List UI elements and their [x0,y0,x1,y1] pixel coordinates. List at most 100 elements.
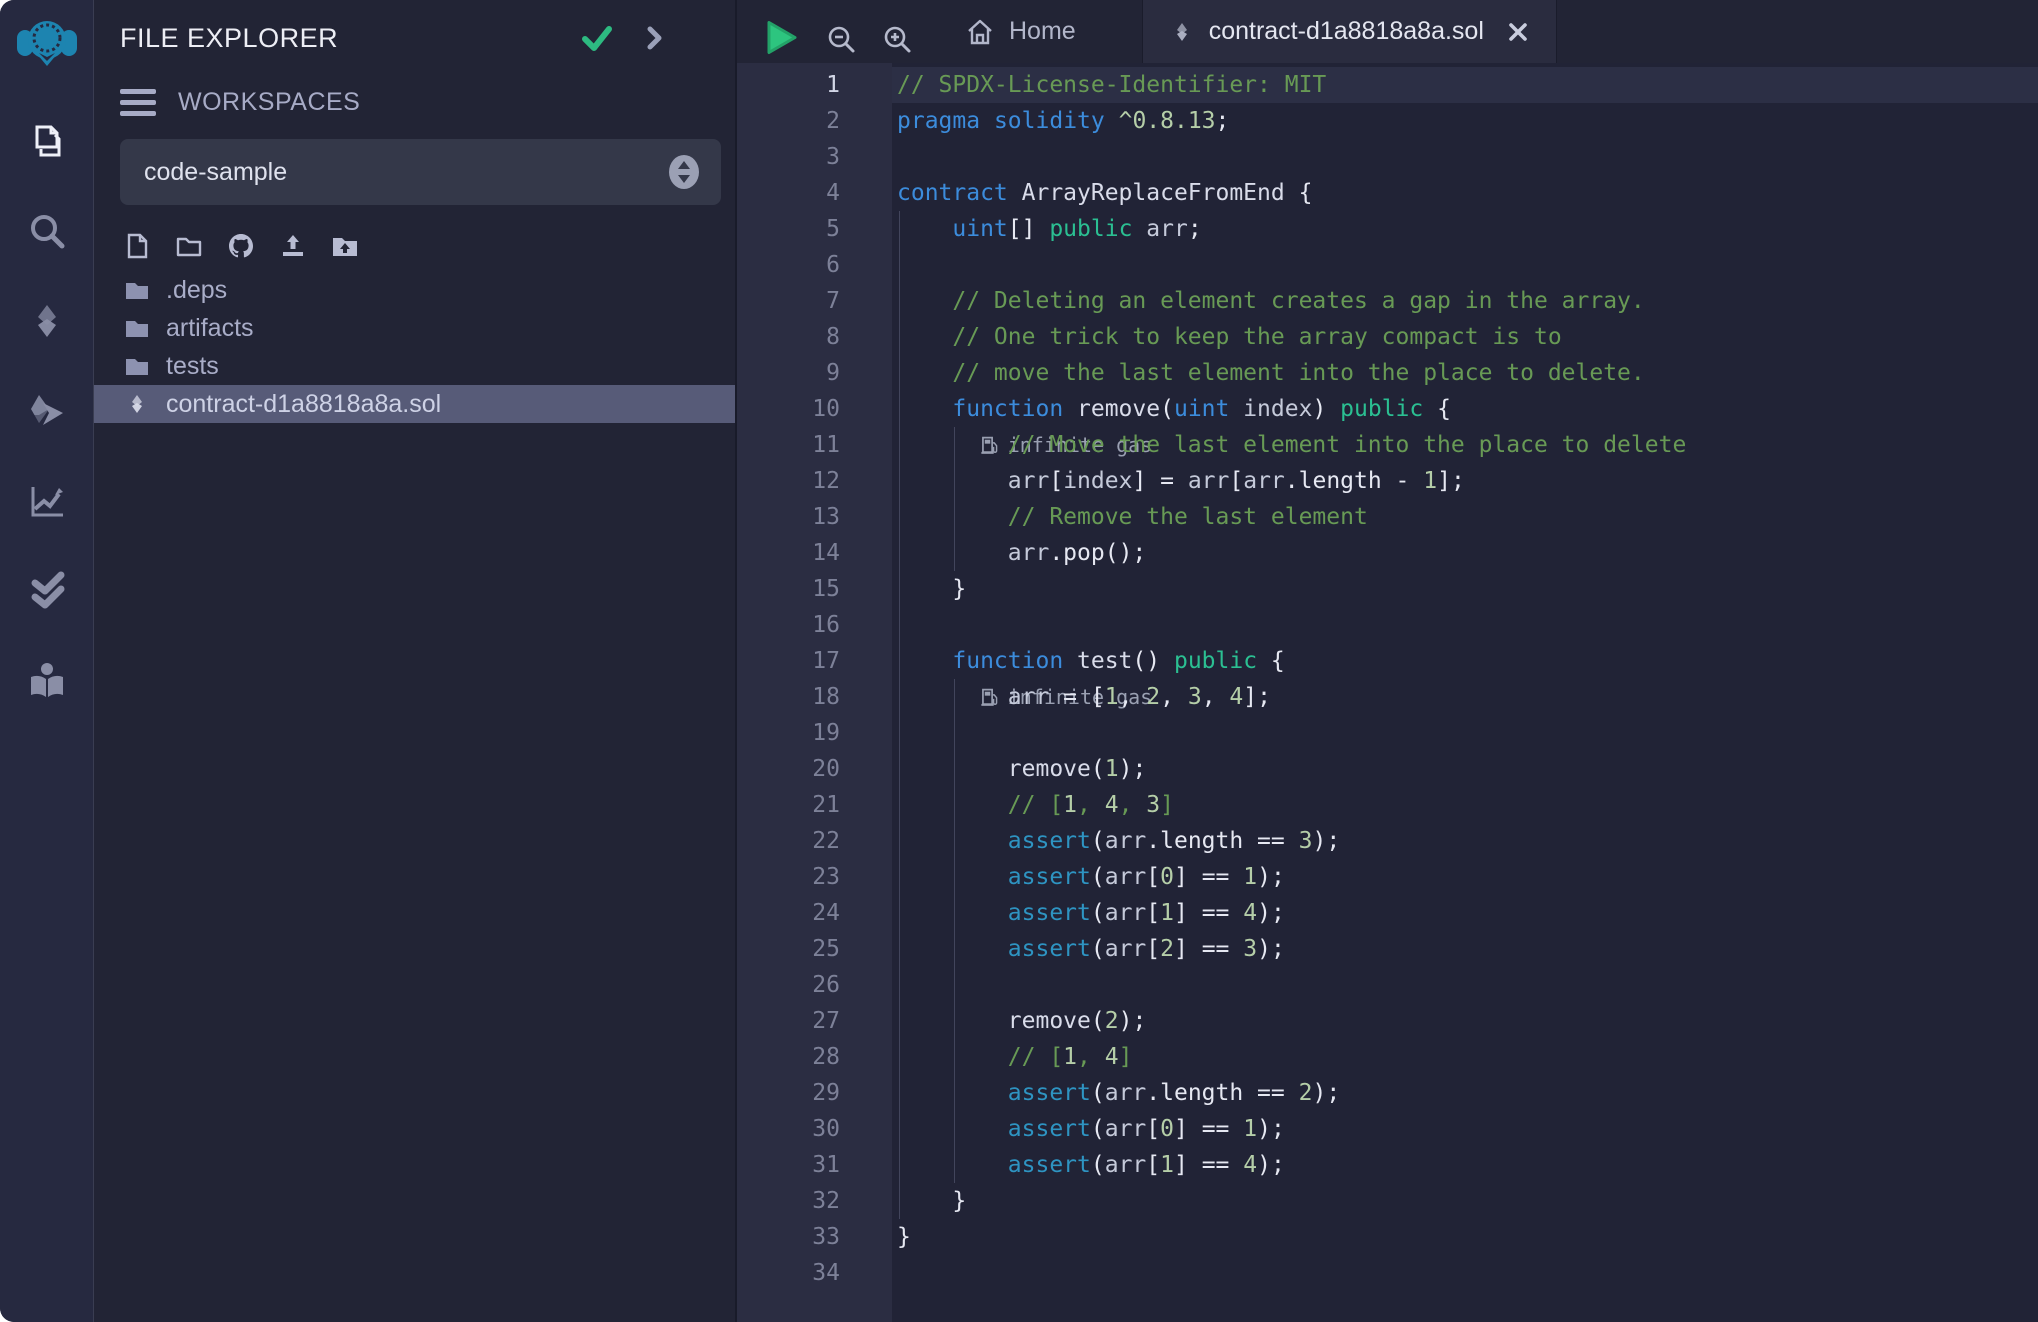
code-line[interactable]: 28 // [1, 4] [737,1039,2038,1075]
code-line[interactable]: 29 assert(arr.length == 2); [737,1075,2038,1111]
line-number: 29 [737,1075,892,1111]
line-number: 28 [737,1039,892,1075]
workspaces-row: WORKSPACES [94,62,735,121]
code-line[interactable]: 1// SPDX-License-Identifier: MIT [737,67,2038,103]
code-line[interactable]: 17 function test() public { infinite gas [737,643,2038,679]
line-number: 1 [737,67,892,103]
file-row-selected[interactable]: contract-d1a8818a8a.sol [94,385,735,423]
line-number: 18 [737,679,892,715]
sidebar-item-file-explorer[interactable] [24,118,70,164]
solidity-icon [25,299,69,343]
code-line[interactable]: 34 [737,1255,2038,1291]
chevron-right-icon[interactable] [641,25,667,51]
tab-home[interactable]: Home [955,0,1086,63]
line-number: 21 [737,787,892,823]
code-line[interactable]: 30 assert(arr[0] == 1); [737,1111,2038,1147]
code-line[interactable]: 26 [737,967,2038,1003]
line-number: 4 [737,175,892,211]
zoom-in-icon[interactable] [881,15,913,63]
workspaces-menu-icon[interactable] [120,89,156,116]
code-line[interactable]: 15 } [737,571,2038,607]
line-number: 26 [737,967,892,1003]
code-line[interactable]: 16 [737,607,2038,643]
code-line[interactable]: 20 remove(1); [737,751,2038,787]
file-name: contract-d1a8818a8a.sol [166,390,441,419]
solidity-file-icon [1169,19,1195,45]
code-line[interactable]: 25 assert(arr[2] == 3); [737,931,2038,967]
tab-contract-file[interactable]: contract-d1a8818a8a.sol [1142,0,1557,63]
code-editor[interactable]: 1// SPDX-License-Identifier: MIT2pragma … [737,63,2038,1322]
code-line[interactable]: 13 // Remove the last element [737,499,2038,535]
zoom-out-icon[interactable] [825,15,857,63]
code-line[interactable]: 14 arr.pop(); [737,535,2038,571]
code-line[interactable]: 18 arr = [1, 2, 3, 4]; [737,679,2038,715]
code-line[interactable]: 21 // [1, 4, 3] [737,787,2038,823]
upload-file-icon[interactable] [278,231,308,261]
file-explorer-toolbar [94,205,735,271]
active-tab-label: contract-d1a8818a8a.sol [1209,17,1484,46]
line-number: 10 [737,391,892,427]
code-line[interactable]: 32 } [737,1183,2038,1219]
code-line[interactable]: 4contract ArrayReplaceFromEnd { [737,175,2038,211]
line-number: 32 [737,1183,892,1219]
folder-row[interactable]: artifacts [94,309,735,347]
code-line[interactable]: 5 uint[] public arr; [737,211,2038,247]
file-explorer-header: FILE EXPLORER [94,0,735,62]
code-line[interactable]: 10 function remove(uint index) public { … [737,391,2038,427]
remix-logo-icon[interactable] [15,8,79,72]
line-number: 19 [737,715,892,751]
code-line[interactable]: 3 [737,139,2038,175]
home-tab-label: Home [1009,17,1076,46]
upload-folder-icon[interactable] [330,231,360,261]
sidebar-item-solidity-compiler[interactable] [24,298,70,344]
ethereum-deploy-icon [25,389,69,433]
workspaces-label: WORKSPACES [178,88,360,117]
github-icon[interactable] [226,231,256,261]
code-line[interactable]: 31 assert(arr[1] == 4); [737,1147,2038,1183]
code-line[interactable]: 33} [737,1219,2038,1255]
panel-title: FILE EXPLORER [120,23,338,54]
code-line[interactable]: 12 arr[index] = arr[arr.length - 1]; [737,463,2038,499]
line-number: 22 [737,823,892,859]
code-line[interactable]: 8 // One trick to keep the array compact… [737,319,2038,355]
line-number: 9 [737,355,892,391]
code-line[interactable]: 19 [737,715,2038,751]
sidebar-item-search[interactable] [24,208,70,254]
search-icon [25,209,69,253]
code-line[interactable]: 27 remove(2); [737,1003,2038,1039]
folder-row[interactable]: tests [94,347,735,385]
line-number: 5 [737,211,892,247]
indent-guide [899,211,900,1219]
check-icon[interactable] [579,20,615,56]
folder-row[interactable]: .deps [94,271,735,309]
line-number: 15 [737,571,892,607]
workspace-select[interactable]: code-sample [120,139,721,205]
code-line[interactable]: 2pragma solidity ^0.8.13; [737,103,2038,139]
code-line[interactable]: 11 // Move the last element into the pla… [737,427,2038,463]
line-number: 34 [737,1255,892,1291]
line-number: 30 [737,1111,892,1147]
sidebar-item-deploy-run[interactable] [24,388,70,434]
line-number: 12 [737,463,892,499]
chart-icon [25,479,69,523]
code-line[interactable]: 6 [737,247,2038,283]
code-line[interactable]: 7 // Deleting an element creates a gap i… [737,283,2038,319]
new-file-icon[interactable] [122,231,152,261]
editor-area: Home contract-d1a8818a8a.sol 1// SPDX-Li… [735,0,2038,1322]
folder-name: .deps [166,276,227,305]
line-number: 31 [737,1147,892,1183]
sidebar-item-static-analysis[interactable] [24,568,70,614]
code-line[interactable]: 24 assert(arr[1] == 4); [737,895,2038,931]
run-script-play-icon[interactable] [761,12,801,63]
sidebar-item-analytics[interactable] [24,478,70,524]
line-number: 11 [737,427,892,463]
folder-name: artifacts [166,314,254,343]
code-line[interactable]: 22 assert(arr.length == 3); [737,823,2038,859]
close-tab-icon[interactable] [1506,20,1530,44]
sidebar-item-learneth[interactable] [24,658,70,704]
line-number: 24 [737,895,892,931]
code-line[interactable]: 9 // move the last element into the plac… [737,355,2038,391]
file-tree: .deps artifacts tests [94,271,735,385]
new-folder-icon[interactable] [174,231,204,261]
code-line[interactable]: 23 assert(arr[0] == 1); [737,859,2038,895]
